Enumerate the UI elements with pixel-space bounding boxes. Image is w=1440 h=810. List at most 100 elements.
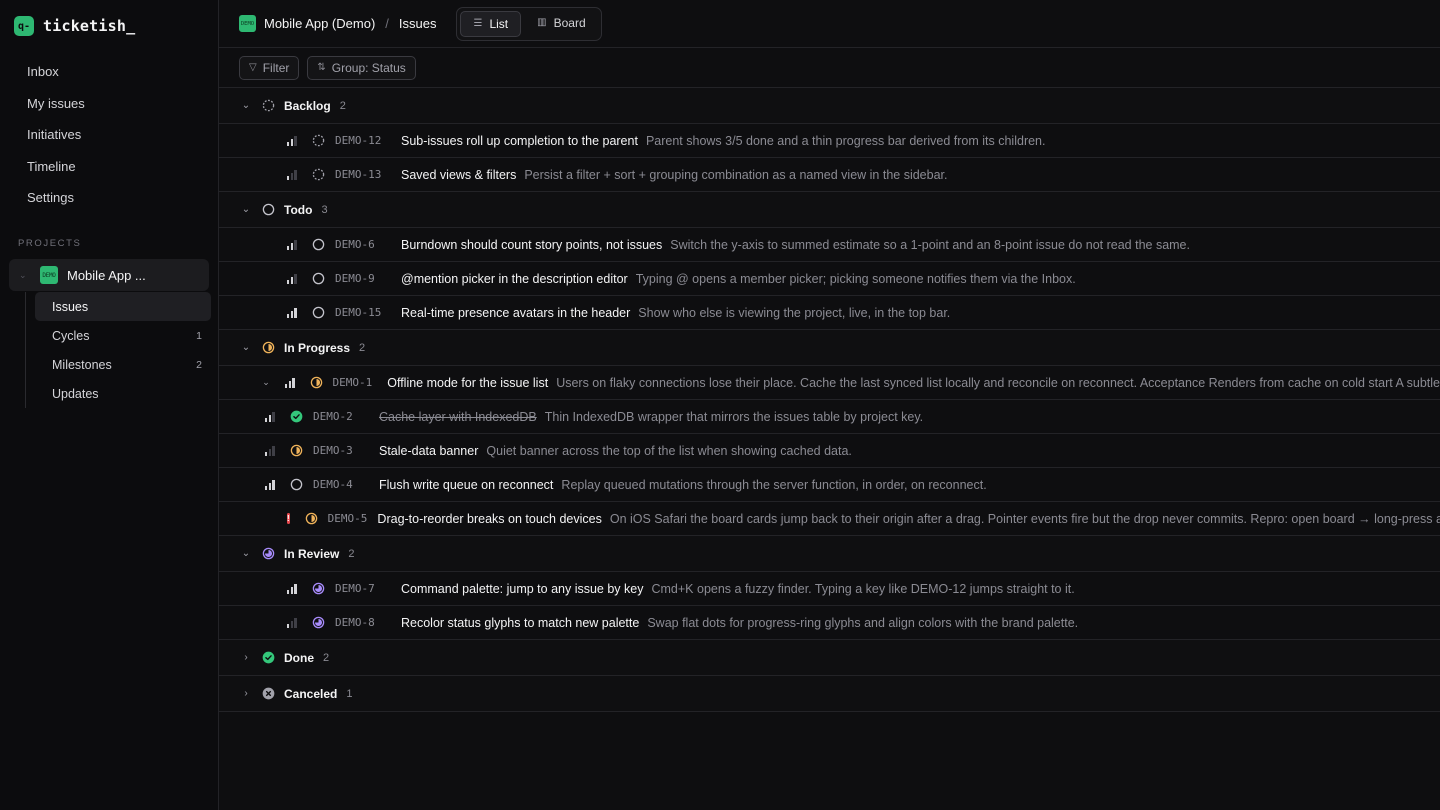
chevron-down-icon[interactable]: ⌄ (241, 100, 251, 111)
medium-priority-icon[interactable] (287, 135, 297, 146)
breadcrumb-project[interactable]: Mobile App (Demo) (264, 16, 375, 31)
subnav-item-updates[interactable]: Updates (35, 379, 211, 408)
medium-priority-icon[interactable] (287, 273, 297, 284)
chevron-down-icon[interactable]: ⌄ (241, 204, 251, 215)
backlog-status-icon (312, 134, 325, 147)
list-view-button[interactable]: ☰ List (460, 10, 522, 37)
medium-priority-icon[interactable] (265, 411, 275, 422)
issue-row[interactable]: ⌄ DEMO-1 Offline mode for the issue list Us… (219, 366, 1440, 400)
issue-description: Cmd+K opens a fuzzy finder. Typing a key… (651, 581, 1075, 596)
group-button[interactable]: ⇅ Group: Status (307, 55, 416, 80)
subnav-item-issues[interactable]: Issues (35, 292, 211, 321)
chevron-down-icon[interactable]: ⌄ (262, 377, 270, 388)
project-name: Mobile App ... (67, 267, 146, 283)
urgent-priority-icon[interactable]: ! (287, 513, 290, 524)
issue-title[interactable]: Saved views & filters (401, 168, 516, 182)
issue-row[interactable]: DEMO-4 Flush write queue on reconnect Repl… (219, 468, 1440, 502)
list-icon: ☰ (473, 18, 483, 29)
nav-item-inbox[interactable]: Inbox (9, 56, 209, 88)
issue-row[interactable]: DEMO-3 Stale-data banner Quiet banner acro… (219, 434, 1440, 468)
issue-row[interactable]: DEMO-12 Sub-issues roll up completion to … (219, 124, 1440, 158)
issue-row[interactable]: DEMO-13 Saved views & filters Persist a fi… (219, 158, 1440, 192)
issue-title[interactable]: Recolor status glyphs to match new palet… (401, 616, 639, 630)
project-item-mobile-app[interactable]: ⌄ DEMO Mobile App ... (9, 259, 209, 291)
issue-id: DEMO-4 (313, 478, 353, 491)
view-switcher: ☰ List ▥ Board (456, 6, 602, 41)
nav-item-timeline[interactable]: Timeline (9, 151, 209, 183)
toolbar: ▽ Filter ⇅ Group: Status (219, 48, 1440, 88)
issue-row[interactable]: DEMO-8 Recolor status glyphs to match new… (219, 606, 1440, 640)
issue-id: DEMO-7 (335, 582, 375, 595)
group-header-backlog[interactable]: ⌄ Backlog 2 (219, 88, 1440, 124)
high-priority-icon[interactable] (284, 377, 295, 388)
group-count: 2 (339, 99, 346, 112)
group-count: 2 (323, 651, 330, 664)
issue-title[interactable]: @mention picker in the description edito… (401, 272, 628, 286)
issue-description: Show who else is viewing the project, li… (638, 305, 951, 320)
in-review-status-icon (312, 616, 325, 629)
issue-id: DEMO-1 (332, 376, 373, 389)
issue-row[interactable]: DEMO-7 Command palette: jump to any issue… (219, 572, 1440, 606)
chevron-right-icon[interactable]: › (241, 652, 251, 663)
low-priority-icon[interactable] (287, 169, 297, 180)
board-view-label: Board (553, 15, 586, 30)
group-header-in-review[interactable]: ⌄ In Review 2 (219, 536, 1440, 572)
issue-title[interactable]: Command palette: jump to any issue by ke… (401, 582, 643, 596)
chevron-down-icon[interactable]: ⌄ (19, 270, 29, 281)
filter-icon: ▽ (249, 62, 257, 73)
high-priority-icon[interactable] (287, 307, 297, 318)
issue-title[interactable]: Burndown should count story points, not … (401, 238, 662, 252)
chevron-down-icon[interactable]: ⌄ (241, 548, 251, 559)
brand[interactable]: q- ticketish_ (14, 16, 135, 36)
subnav-label: Milestones (52, 357, 112, 372)
issue-title[interactable]: Drag-to-reorder breaks on touch devices (377, 512, 601, 526)
group-name: In Review (284, 546, 340, 561)
issue-row[interactable]: DEMO-2 Cache layer with IndexedDB Thin Ind… (219, 400, 1440, 434)
group-header-canceled[interactable]: › Canceled 1 (219, 676, 1440, 712)
group-label: Group: Status (331, 60, 406, 75)
issue-row[interactable]: DEMO-6 Burndown should count story points… (219, 228, 1440, 262)
backlog-status-icon (312, 168, 325, 181)
breadcrumb-separator: / (385, 16, 389, 31)
chevron-down-icon[interactable]: ⌄ (241, 342, 251, 353)
nav-item-settings[interactable]: Settings (9, 182, 209, 214)
low-priority-icon[interactable] (287, 617, 297, 628)
group-name: In Progress (284, 340, 351, 355)
issue-id: DEMO-3 (313, 444, 353, 457)
issue-description: On iOS Safari the board cards jump back … (609, 511, 1440, 526)
issue-title[interactable]: Flush write queue on reconnect (379, 478, 553, 492)
issue-title[interactable]: Offline mode for the issue list (387, 376, 548, 390)
chevron-right-icon[interactable]: › (241, 688, 251, 699)
group-count: 3 (321, 203, 328, 216)
issue-row[interactable]: DEMO-9 @mention picker in the description… (219, 262, 1440, 296)
high-priority-icon[interactable] (265, 479, 275, 490)
low-priority-icon[interactable] (265, 445, 275, 456)
filter-label: Filter (262, 60, 290, 75)
issue-description: Quiet banner across the top of the list … (486, 443, 852, 458)
in-progress-status-icon (310, 376, 322, 389)
issue-description: Thin IndexedDB wrapper that mirrors the … (544, 409, 924, 424)
medium-priority-icon[interactable] (287, 239, 297, 250)
issue-title[interactable]: Sub-issues roll up completion to the par… (401, 134, 638, 148)
board-icon: ▥ (537, 17, 547, 28)
nav-item-initiatives[interactable]: Initiatives (9, 119, 209, 151)
group-header-todo[interactable]: ⌄ Todo 3 (219, 192, 1440, 228)
issue-description: Persist a filter + sort + grouping combi… (524, 167, 948, 182)
board-view-button[interactable]: ▥ Board (525, 11, 597, 35)
backlog-status-icon (262, 99, 275, 112)
issue-row[interactable]: DEMO-15 Real-time presence avatars in the… (219, 296, 1440, 330)
issue-row[interactable]: ! DEMO-5 Drag-to-reorder breaks on touch d… (219, 502, 1440, 536)
group-header-in-progress[interactable]: ⌄ In Progress 2 (219, 330, 1440, 366)
issue-title[interactable]: Real-time presence avatars in the header (401, 306, 630, 320)
subnav-item-milestones[interactable]: Milestones 2 (35, 350, 211, 379)
filter-button[interactable]: ▽ Filter (239, 55, 300, 80)
done-status-icon (262, 651, 275, 664)
subnav-label: Issues (52, 299, 89, 314)
group-header-done[interactable]: › Done 2 (219, 640, 1440, 676)
subnav-item-cycles[interactable]: Cycles 1 (35, 321, 211, 350)
issue-title[interactable]: Cache layer with IndexedDB (379, 410, 537, 424)
issue-description: Users on flaky connections lose their pl… (556, 375, 1440, 390)
nav-item-my-issues[interactable]: My issues (9, 88, 209, 120)
high-priority-icon[interactable] (287, 583, 297, 594)
issue-title[interactable]: Stale-data banner (379, 444, 478, 458)
